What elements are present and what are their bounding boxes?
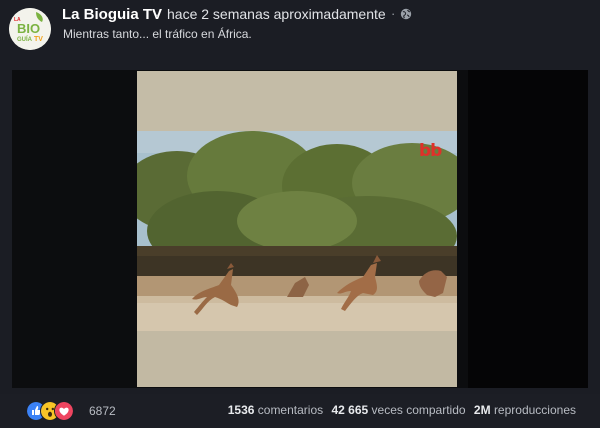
letterbox-right xyxy=(468,70,588,388)
reaction-bar: 6872 1536 comentarios 42 665 veces compa… xyxy=(0,394,600,428)
post-header: LA BIO GUÍA TV La Bioguia TV · hace 2 se… xyxy=(0,0,600,70)
views-count: 2M xyxy=(473,403,491,417)
comments-label[interactable]: comentarios xyxy=(258,403,323,417)
video-player[interactable]: bb xyxy=(12,70,588,388)
logo-big-text: BIO xyxy=(17,21,40,36)
bioguia-logo-icon: LA BIO GUÍA TV xyxy=(9,8,51,50)
page-avatar[interactable]: LA BIO GUÍA TV xyxy=(9,8,51,50)
channel-watermark-logo: bb xyxy=(419,141,442,161)
post-stats: 1536 comentarios 42 665 veces compartido… xyxy=(228,403,576,417)
comments-count[interactable]: 1536 xyxy=(228,403,255,417)
love-icon xyxy=(54,401,74,421)
video-frame-image xyxy=(137,71,457,387)
post-caption: Mientras tanto... el tráfico en África. xyxy=(63,27,252,41)
separator-dot-2: · xyxy=(391,6,396,21)
shares-count[interactable]: 42 665 xyxy=(331,403,368,417)
views-label: reproducciones xyxy=(493,403,576,417)
video-content[interactable]: bb xyxy=(137,71,457,387)
separator-dot: · xyxy=(155,7,160,22)
reaction-icons[interactable] xyxy=(26,401,86,421)
globe-icon xyxy=(400,8,412,20)
shares-label[interactable]: veces compartido xyxy=(372,403,466,417)
logo-tv-text: TV xyxy=(34,36,43,43)
page-name-link[interactable]: La Bioguia TV xyxy=(62,6,162,23)
post-timestamp[interactable]: hace 2 semanas aproximadamente xyxy=(167,6,386,22)
logo-bottom-text: GUÍA xyxy=(17,35,33,43)
reaction-count[interactable]: 6872 xyxy=(89,404,116,418)
